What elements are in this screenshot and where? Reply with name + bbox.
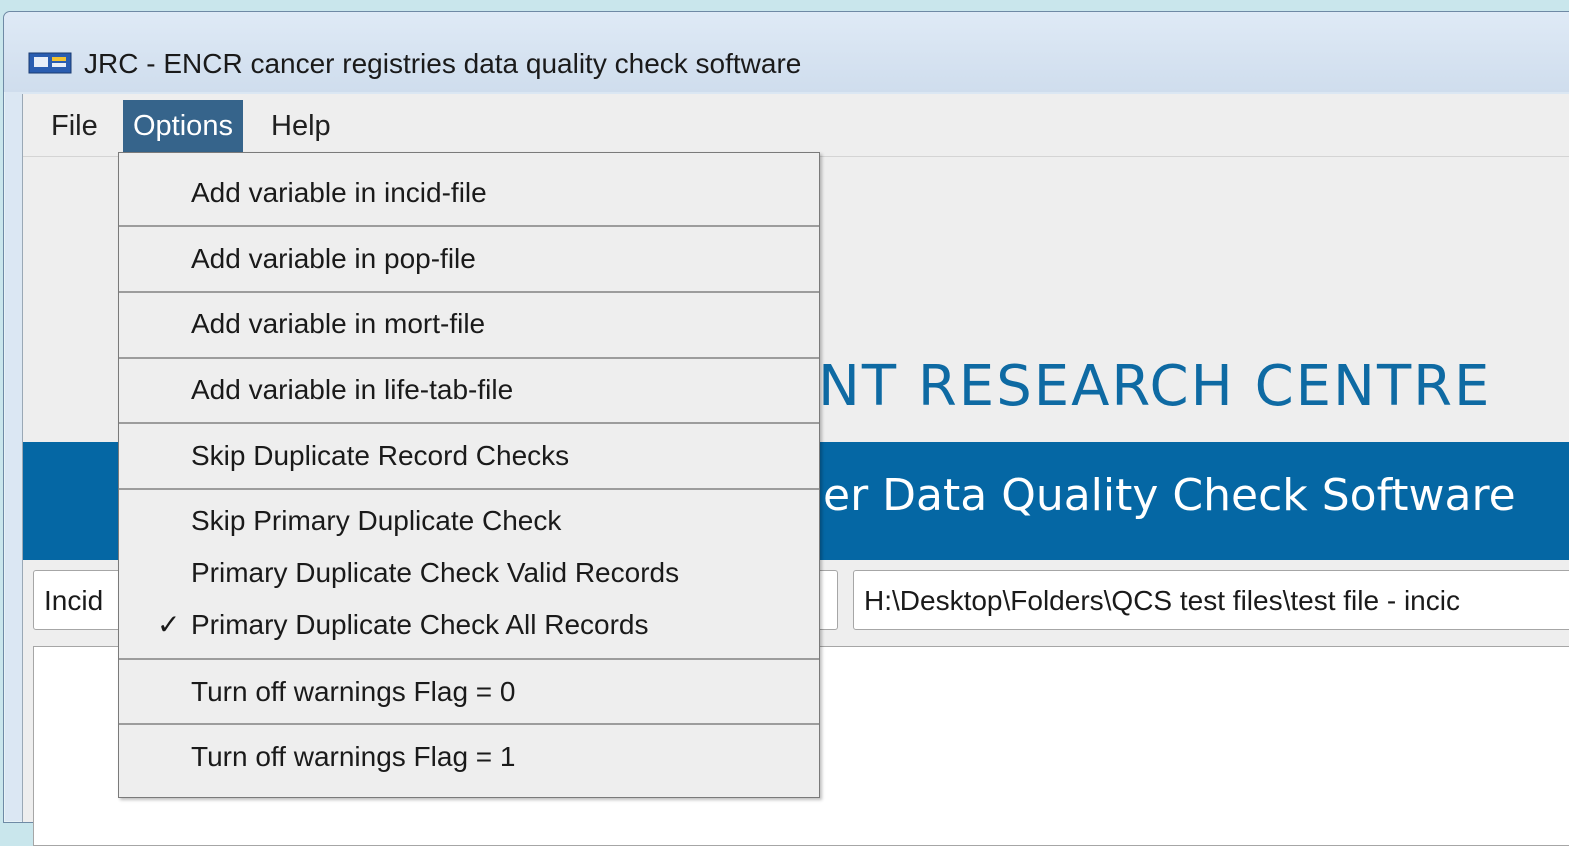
menu-item-label: Primary Duplicate Check Valid Records xyxy=(191,557,680,588)
menu-separator xyxy=(119,488,819,490)
file-path-field[interactable]: H:\Desktop\Folders\QCS test files\test f… xyxy=(853,570,1569,630)
menu-separator xyxy=(119,723,819,725)
menu-item-label: Add variable in life-tab-file xyxy=(191,374,514,405)
options-dropdown-menu: Add variable in incid-file Add variable … xyxy=(118,152,820,798)
app-icon xyxy=(28,52,72,74)
menu-item-label: Add variable in incid-file xyxy=(191,177,487,208)
menu-item-label: Add variable in pop-file xyxy=(191,243,476,274)
menu-item-label: Add variable in mort-file xyxy=(191,308,486,339)
menu-item-label: Primary Duplicate Check All Records xyxy=(191,609,649,640)
menu-separator xyxy=(119,225,819,227)
file-path-value: H:\Desktop\Folders\QCS test files\test f… xyxy=(864,585,1460,616)
window-title: JRC - ENCR cancer registries data qualit… xyxy=(84,48,802,79)
title-bar[interactable]: JRC - ENCR cancer registries data qualit… xyxy=(4,12,1569,92)
menu-item-label: Turn off warnings Flag = 1 xyxy=(191,741,516,772)
menu-separator xyxy=(119,658,819,660)
checkmark-icon: ✓ xyxy=(157,609,181,640)
menu-bar: File Options Help xyxy=(23,94,1569,157)
file-type-value: Incid xyxy=(44,585,104,616)
menu-separator xyxy=(119,422,819,424)
menu-item-label: Skip Primary Duplicate Check xyxy=(191,505,562,536)
menu-options[interactable]: Options xyxy=(123,100,243,152)
menu-item-label: Turn off warnings Flag = 0 xyxy=(191,676,516,707)
menu-item-label: Skip Duplicate Record Checks xyxy=(191,440,570,471)
menu-separator xyxy=(119,291,819,293)
menu-help[interactable]: Help xyxy=(261,100,341,152)
jrc-title: NT RESEARCH CENTRE xyxy=(818,354,1492,419)
banner-subtitle: er Data Quality Check Software xyxy=(823,470,1516,521)
menu-separator xyxy=(119,357,819,359)
menu-file[interactable]: File xyxy=(41,100,108,152)
